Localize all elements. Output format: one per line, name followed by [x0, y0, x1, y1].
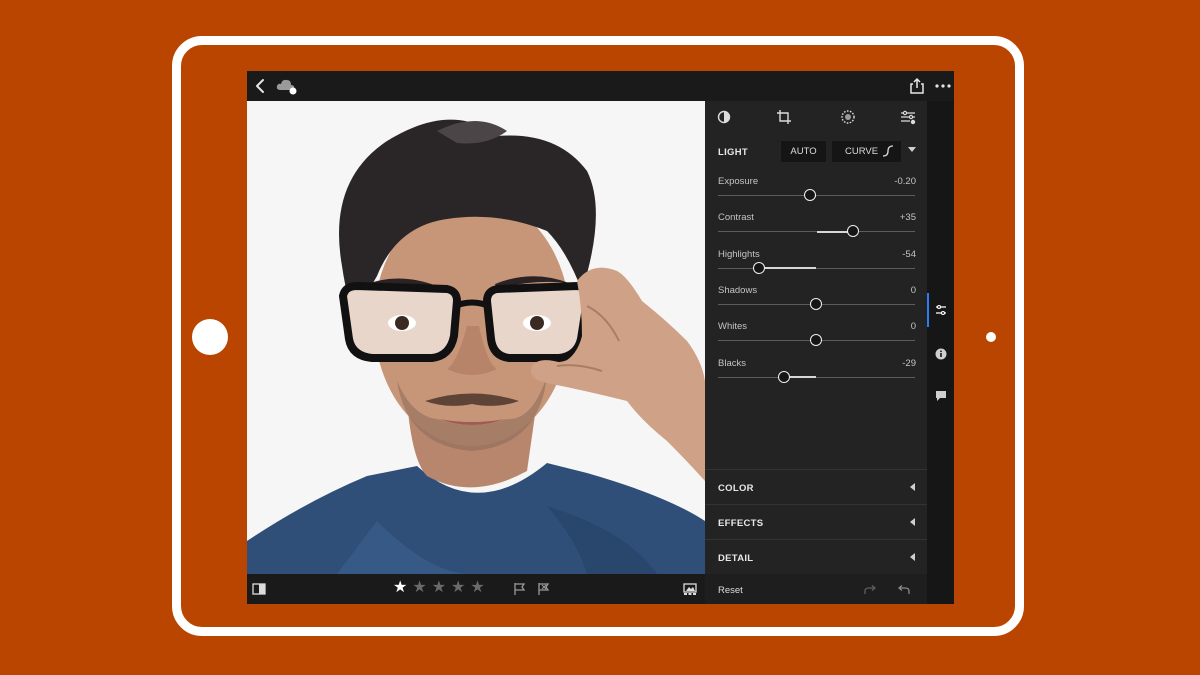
- star-rating[interactable]: ★ ★ ★ ★ ★: [393, 578, 485, 598]
- slider-label: Highlights: [718, 248, 760, 260]
- redo-icon[interactable]: [863, 585, 877, 595]
- reset-button[interactable]: Reset: [718, 585, 743, 596]
- light-collapse-caret-icon[interactable]: [908, 147, 916, 152]
- edit-tools-bar: [705, 101, 927, 135]
- crop-icon[interactable]: [776, 109, 792, 125]
- star-5[interactable]: ★: [470, 578, 484, 598]
- slider-whites[interactable]: Whites 0: [718, 321, 916, 351]
- photo-canvas[interactable]: [247, 101, 705, 574]
- expand-caret-icon[interactable]: [910, 483, 915, 491]
- edit-panel: LIGHT AUTO CURVE Exposure -0.20 Contrast +3…: [705, 101, 927, 604]
- slider-value: +35: [899, 212, 916, 224]
- slider-value: -0.20: [894, 176, 916, 187]
- back-chevron-icon[interactable]: [253, 78, 269, 94]
- edit-sliders-icon[interactable]: [900, 109, 916, 125]
- rail-active-indicator: [927, 293, 929, 327]
- star-3[interactable]: ★: [432, 578, 446, 598]
- star-2[interactable]: ★: [412, 578, 426, 598]
- section-color[interactable]: COLOR: [705, 470, 927, 505]
- section-title: COLOR: [718, 483, 754, 494]
- right-rail: [927, 101, 954, 604]
- slider-label: Exposure: [718, 176, 759, 187]
- section-title: EFFECTS: [718, 518, 764, 529]
- expand-caret-icon[interactable]: [910, 553, 915, 561]
- slider-track[interactable]: [718, 195, 915, 196]
- slider-knob[interactable]: [803, 189, 816, 201]
- panel-footer: Reset: [705, 574, 927, 604]
- slider-contrast[interactable]: Contrast +35: [718, 212, 916, 242]
- flag-pick-icon[interactable]: [513, 582, 527, 596]
- flag-reject-icon[interactable]: [537, 582, 551, 596]
- curve-icon: [882, 145, 894, 157]
- info-icon[interactable]: [935, 348, 947, 360]
- home-button[interactable]: [192, 319, 228, 355]
- slider-track[interactable]: [718, 376, 915, 378]
- comment-icon[interactable]: [935, 390, 947, 402]
- auto-button[interactable]: AUTO: [781, 141, 826, 162]
- slider-value: 0: [910, 284, 916, 296]
- slider-value: 0: [910, 321, 916, 333]
- slider-knob[interactable]: [778, 370, 791, 383]
- slider-track[interactable]: [718, 267, 915, 269]
- share-icon[interactable]: [907, 76, 927, 96]
- slider-highlights[interactable]: Highlights -54: [718, 249, 916, 279]
- undo-icon[interactable]: [897, 585, 911, 595]
- slider-knob[interactable]: [847, 225, 860, 238]
- slider-blacks[interactable]: Blacks -29: [718, 358, 916, 388]
- more-icon[interactable]: [933, 77, 953, 95]
- top-bar: [247, 71, 954, 101]
- selective-icon[interactable]: [840, 109, 856, 125]
- filmstrip-toolbar: ★ ★ ★ ★ ★: [247, 574, 705, 604]
- slider-label: Whites: [718, 321, 748, 333]
- curve-button-label: CURVE: [845, 146, 879, 157]
- section-title: DETAIL: [718, 553, 754, 564]
- slider-value: -29: [902, 357, 916, 369]
- app-screen: ★ ★ ★ ★ ★ LIGHT AUTO CURVE Exposure -0.2…: [247, 71, 954, 604]
- star-1[interactable]: ★: [393, 578, 407, 598]
- slider-shadows[interactable]: Shadows 0: [718, 285, 916, 315]
- slider-knob[interactable]: [752, 261, 765, 274]
- camera-dot: [986, 332, 996, 342]
- slider-label: Blacks: [718, 357, 746, 369]
- slider-label: Contrast: [718, 212, 754, 224]
- presets-icon[interactable]: [716, 109, 732, 125]
- compare-icon[interactable]: [252, 582, 266, 596]
- edit-sliders-icon[interactable]: [935, 304, 947, 316]
- section-detail[interactable]: DETAIL: [705, 540, 927, 575]
- slider-knob[interactable]: [809, 334, 822, 347]
- cloud-sync-icon[interactable]: [275, 76, 299, 96]
- slider-value: -54: [902, 248, 916, 260]
- curve-button[interactable]: CURVE: [832, 141, 901, 162]
- star-4[interactable]: ★: [451, 578, 465, 598]
- light-section-title[interactable]: LIGHT: [718, 147, 748, 158]
- slider-exposure[interactable]: Exposure -0.20: [718, 176, 916, 206]
- filmstrip-icon[interactable]: [683, 582, 697, 596]
- slider-knob[interactable]: [809, 297, 822, 310]
- slider-fill: [759, 267, 817, 270]
- expand-caret-icon[interactable]: [910, 518, 915, 526]
- section-effects[interactable]: EFFECTS: [705, 505, 927, 540]
- slider-label: Shadows: [718, 284, 758, 296]
